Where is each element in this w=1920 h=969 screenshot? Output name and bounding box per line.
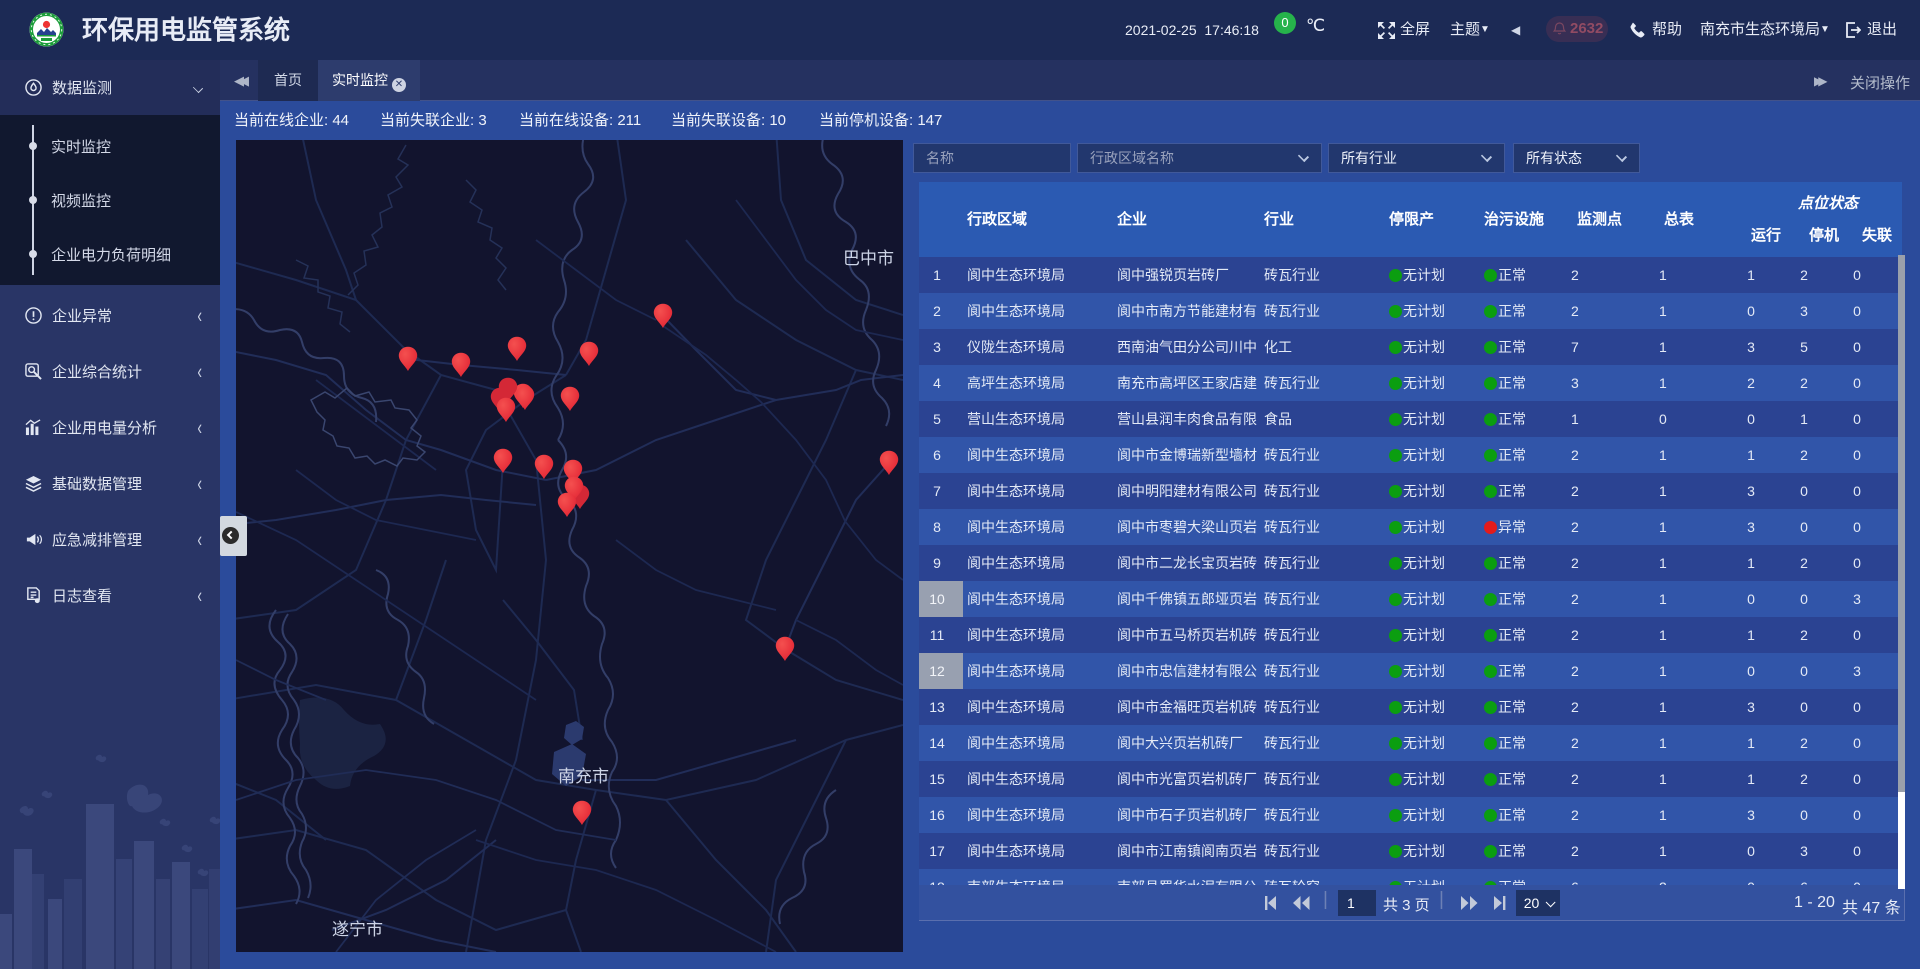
svg-text:巴中市: 巴中市 [843,249,894,268]
svg-text:遂宁市: 遂宁市 [332,920,383,939]
svg-text:南充市: 南充市 [558,767,609,786]
